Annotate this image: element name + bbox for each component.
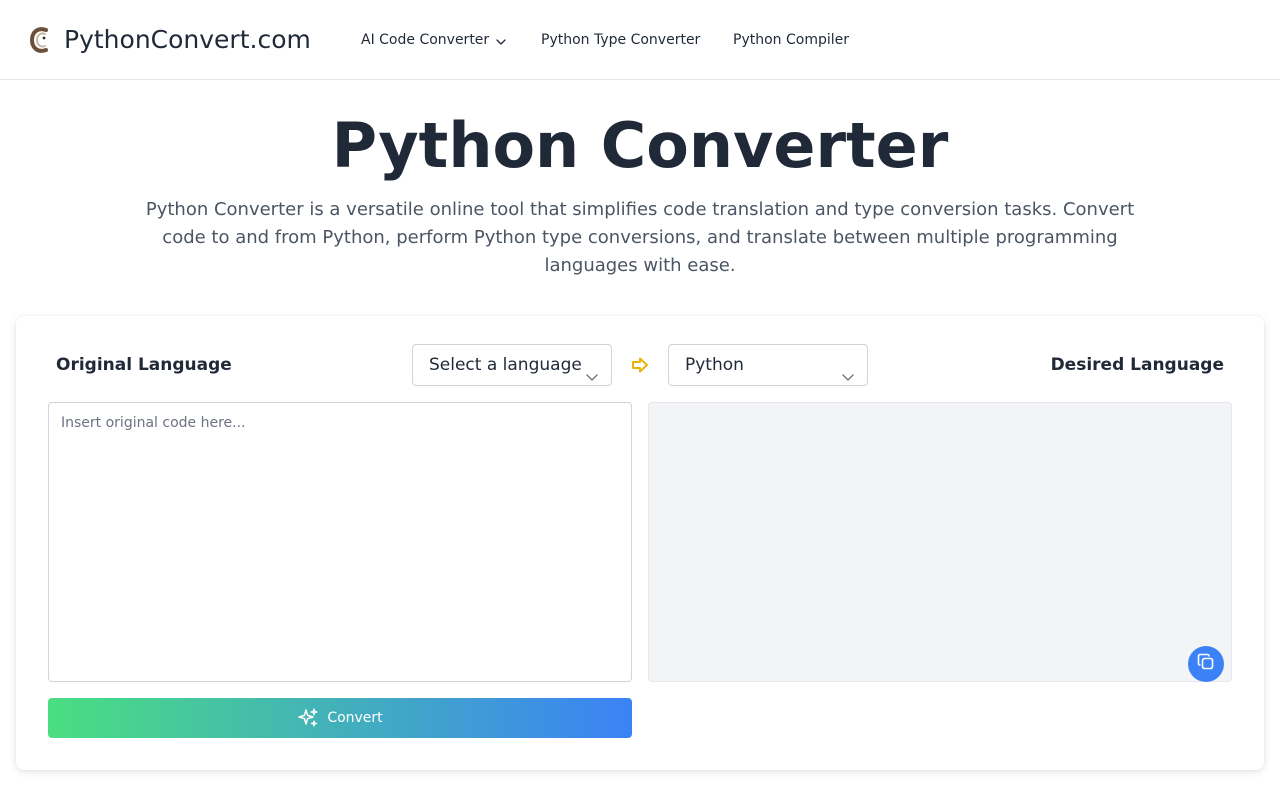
original-code-placeholder: Insert original code here... — [61, 415, 246, 431]
nav-label[interactable]: Python Type Converter — [541, 30, 700, 50]
desired-language-label: Desired Language — [1050, 355, 1224, 375]
nav-ai-code-converter[interactable]: AI Code Converter — [361, 30, 507, 50]
source-language-value: Select a language — [429, 355, 582, 375]
source-language-select[interactable]: Select a language — [412, 344, 612, 386]
chevron-down-icon — [841, 359, 855, 381]
page-title: Python Converter — [331, 109, 949, 182]
convert-button[interactable]: Convert — [48, 698, 632, 738]
nav-python-type-converter[interactable]: Python Type Converter — [541, 30, 700, 50]
converted-code-output[interactable] — [648, 402, 1232, 682]
nav-label[interactable]: Python Compiler — [733, 30, 849, 50]
original-code-input[interactable]: Insert original code here... — [48, 402, 632, 682]
site-header: PythonConvert.com AI Code Converter Pyth… — [0, 0, 1280, 80]
python-c-logo-icon — [28, 24, 52, 56]
nav-label[interactable]: AI Code Converter — [361, 30, 489, 50]
target-language-value: Python — [685, 355, 744, 375]
target-language-select[interactable]: Python — [668, 344, 868, 386]
logo-link[interactable]: PythonConvert.com — [28, 24, 311, 56]
site-name[interactable]: PythonConvert.com — [64, 24, 311, 56]
sparkles-icon — [297, 707, 319, 729]
original-language-label: Original Language — [56, 355, 232, 375]
chevron-down-icon — [495, 34, 507, 46]
page-description: Python Converter is a versatile online t… — [145, 199, 1135, 276]
chevron-down-icon — [585, 359, 599, 381]
convert-button-label: Convert — [327, 710, 383, 726]
nav-python-compiler[interactable]: Python Compiler — [733, 30, 849, 50]
arrow-right-icon — [631, 356, 649, 374]
copy-icon — [1196, 652, 1216, 676]
copy-button[interactable] — [1188, 646, 1224, 682]
